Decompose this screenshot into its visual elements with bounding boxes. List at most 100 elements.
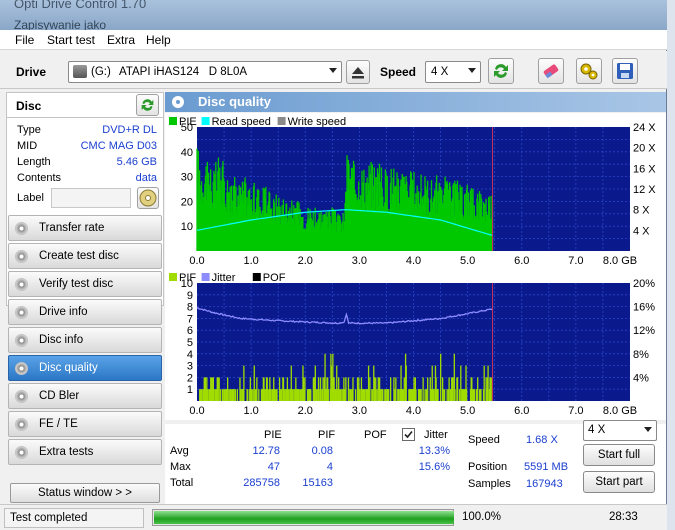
stats-max-jitter: 15.6% xyxy=(418,461,450,473)
nav-drive-info[interactable]: Drive info xyxy=(8,299,162,325)
disc-contents-value: data xyxy=(135,172,157,184)
erase-button[interactable] xyxy=(538,58,564,84)
menu-help[interactable]: Help xyxy=(146,33,171,47)
x-tick-label: 5.0 xyxy=(460,405,475,417)
menu-extra[interactable]: Extra xyxy=(107,33,135,47)
speed-select[interactable]: 4 X xyxy=(425,61,481,83)
speed-readout-value: 1.68 X xyxy=(526,434,558,446)
y2-tick-label: 12 X xyxy=(633,184,656,196)
y2-tick-label: 12% xyxy=(633,325,655,337)
gears-icon xyxy=(580,63,598,80)
disc-mid-value: CMC MAG D03 xyxy=(80,140,157,152)
y2-tick-label: 20 X xyxy=(633,143,656,155)
nav-label: Verify test disc xyxy=(39,278,114,290)
stats-header-jitter: Jitter xyxy=(424,429,448,441)
nav-disc-quality[interactable]: Disc quality xyxy=(8,355,162,381)
y-tick-label: 50 xyxy=(181,122,193,134)
y-tick-label: 30 xyxy=(181,172,193,184)
test-speed-value: 4 X xyxy=(588,424,606,436)
disc-label-label: Label xyxy=(17,192,44,204)
disc-quality-panel: Disc quality PIE Read speed Write speed 0.0… xyxy=(165,92,666,504)
eject-icon xyxy=(352,67,364,79)
position-label: Position xyxy=(468,461,508,473)
checkmark-icon xyxy=(404,430,413,439)
y-tick-label: 10 xyxy=(181,221,193,233)
disc-type-value: DVD+R DL xyxy=(102,124,157,136)
test-speed-select[interactable]: 4 X xyxy=(583,420,657,441)
chevron-down-icon xyxy=(468,68,476,73)
legend-swatch-pof xyxy=(252,273,261,281)
disc-icon xyxy=(15,250,28,263)
disc-refresh-button[interactable] xyxy=(136,94,159,116)
start-full-button[interactable]: Start full xyxy=(583,444,655,466)
jitter-checkbox[interactable] xyxy=(402,428,415,441)
y2-tick-label: 24 X xyxy=(633,122,656,134)
menu-file[interactable]: File xyxy=(15,33,34,47)
x-tick-label: 7.0 xyxy=(568,405,583,417)
nav-disc-info[interactable]: Disc info xyxy=(8,327,162,353)
nav-verify-test-disc[interactable]: Verify test disc xyxy=(8,271,162,297)
legend-swatch-read-speed xyxy=(201,117,210,125)
title-bar[interactable]: Opti Drive Control 1.70 Zapisywanie jako xyxy=(0,0,667,32)
nav-fe-te[interactable]: FE / TE xyxy=(8,411,162,437)
nav-transfer-rate[interactable]: Transfer rate xyxy=(8,215,162,241)
disc-label-button[interactable] xyxy=(137,187,159,209)
x-tick-label: 4.0 xyxy=(406,405,421,417)
disc-length-value: 5.46 GB xyxy=(116,156,157,168)
disc-icon xyxy=(15,362,28,375)
drive-model: ATAPI iHAS124 D 8L0A xyxy=(119,66,248,78)
disc-type-label: Type xyxy=(17,124,41,136)
refresh-icon xyxy=(141,99,154,111)
floppy-disk-icon xyxy=(617,63,633,79)
status-bar: Test completed 100.0% 28:33 xyxy=(0,504,667,530)
nav-label: Transfer rate xyxy=(39,222,105,234)
x-tick-label: 0.0 xyxy=(189,255,204,267)
drive-letter: (G:) xyxy=(91,66,111,78)
pif-jitter-chart: PIF Jitter POF0.0 1.0 2.0 3.0 4.0 5.0 6.0 7.0 8.0 … xyxy=(165,269,666,420)
stats-header-pie: PIE xyxy=(264,429,282,441)
legend-swatch-jitter xyxy=(201,273,210,281)
drive-select[interactable]: (G:) ATAPI iHAS124 D 8L0A xyxy=(68,61,342,83)
y2-tick-label: 16% xyxy=(633,302,655,314)
y-tick-label: 9 xyxy=(187,290,193,302)
stats-avg-pie: 12.78 xyxy=(252,445,280,457)
speed-value: 4 X xyxy=(431,66,449,78)
x-tick-label: 7.0 xyxy=(568,255,583,267)
menu-start-test[interactable]: Start test xyxy=(47,33,95,47)
y2-tick-label: 8 X xyxy=(633,205,650,217)
elapsed-time: 28:33 xyxy=(609,511,638,523)
y-tick-label: 40 xyxy=(181,147,193,159)
start-part-button[interactable]: Start part xyxy=(583,471,655,493)
nav-extra-tests[interactable]: Extra tests xyxy=(8,439,162,465)
y-tick-label: 10 xyxy=(181,278,193,290)
y-tick-label: 3 xyxy=(187,361,193,373)
refresh-speed-button[interactable] xyxy=(488,58,514,84)
nav-create-test-disc[interactable]: Create test disc xyxy=(8,243,162,269)
position-value: 5591 MB xyxy=(524,461,569,473)
disc-header-title: Disc xyxy=(16,99,42,113)
refresh-icon xyxy=(494,64,508,78)
chevron-down-icon xyxy=(329,68,337,73)
menu-bar: File Start test Extra Help xyxy=(0,30,667,50)
speed-label: Speed xyxy=(380,65,417,79)
stats-avg-jitter: 13.3% xyxy=(418,445,450,457)
nav-label: Drive info xyxy=(39,306,88,318)
legend-swatch-pif xyxy=(169,273,177,281)
legend-label: Read speed xyxy=(212,116,271,128)
eject-button[interactable] xyxy=(346,60,370,84)
disc-icon xyxy=(15,222,28,235)
x-tick-label: 6.0 xyxy=(514,405,529,417)
nav-label: Create test disc xyxy=(39,250,119,262)
settings-button[interactable] xyxy=(576,58,602,84)
app-window: Opti Drive Control 1.70 Zapisywanie jako… xyxy=(0,0,667,530)
panel-header: Disc quality xyxy=(165,92,666,112)
y2-tick-label: 20% xyxy=(633,278,655,290)
save-button[interactable] xyxy=(612,58,638,84)
panel-title: Disc quality xyxy=(198,94,271,109)
disc-icon xyxy=(139,189,157,207)
nav-cd-bler[interactable]: CD Bler xyxy=(8,383,162,409)
status-window-button[interactable]: Status window > > xyxy=(10,483,160,503)
progress-bar xyxy=(152,509,454,526)
left-panel: Disc Type DVD+R DL MID CMC MAG D03 Lengt… xyxy=(6,92,164,504)
disc-label-input[interactable] xyxy=(51,188,131,208)
